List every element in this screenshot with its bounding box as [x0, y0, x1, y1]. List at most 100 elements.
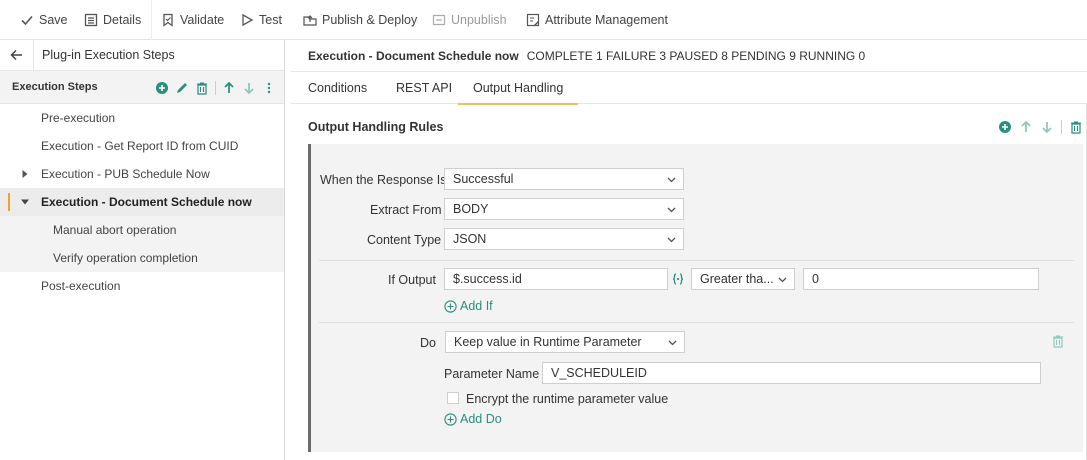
- chevron-down-icon: [667, 237, 676, 243]
- tab-label: REST API: [396, 81, 453, 95]
- more-vertical-icon[interactable]: [262, 81, 276, 95]
- output-rule-card: When the Response Is Successful Extract …: [308, 144, 1083, 452]
- input-value: V_SCHEDULEID: [551, 366, 647, 380]
- content-type-select[interactable]: JSON: [444, 228, 684, 250]
- toolbar: Save Details Validate Test Publish & Dep…: [0, 0, 1087, 40]
- tab-label: Output Handling: [473, 81, 564, 95]
- tree-item-label: Execution - Document Schedule now: [41, 195, 252, 209]
- add-step-icon[interactable]: [155, 81, 169, 95]
- chevron-down-icon: [667, 177, 676, 183]
- execution-status: COMPLETE 1 FAILURE 3 PAUSED 8 PENDING 9 …: [526, 48, 866, 63]
- publish-label: Publish & Deploy: [322, 13, 418, 27]
- add-rule-icon[interactable]: [998, 120, 1012, 134]
- parameter-name-input[interactable]: V_SCHEDULEID: [542, 362, 1041, 384]
- tab-label: Conditions: [308, 81, 368, 95]
- tree-item-manual-abort[interactable]: Manual abort operation: [0, 216, 284, 244]
- select-value: Keep value in Runtime Parameter: [454, 335, 642, 349]
- save-label: Save: [39, 13, 68, 27]
- tab-rest-api[interactable]: REST API: [396, 72, 452, 104]
- tree-item-label: Post-execution: [41, 279, 121, 293]
- left-header: Plug-in Execution Steps: [0, 40, 284, 71]
- tab-bar: Conditions REST API Output Handling: [291, 72, 1087, 105]
- do-action-select[interactable]: Keep value in Runtime Parameter: [445, 331, 685, 353]
- execution-header: Execution - Document Schedule now COMPLE…: [308, 40, 865, 71]
- rules-toolbar: [998, 120, 1083, 134]
- left-panel: Plug-in Execution Steps Execution Steps …: [0, 40, 285, 460]
- operator-select[interactable]: Greater tha...: [691, 268, 795, 290]
- output-path-input[interactable]: $.success.id: [444, 268, 668, 290]
- validate-button[interactable]: Validate: [161, 0, 224, 40]
- checkmark-icon: [21, 15, 33, 26]
- tree-item-label: Manual abort operation: [53, 223, 177, 237]
- unpublish-icon: [432, 14, 446, 26]
- compare-value-input[interactable]: 0: [803, 268, 1039, 290]
- divider: [319, 322, 1074, 323]
- tree-item-post-execution[interactable]: Post-execution: [0, 272, 284, 300]
- tree-item-get-report-id[interactable]: Execution - Get Report ID from CUID: [0, 132, 284, 160]
- unpublish-label: Unpublish: [451, 13, 507, 27]
- section-title: Output Handling Rules: [308, 120, 444, 134]
- encrypt-checkbox[interactable]: [447, 392, 459, 404]
- select-value: BODY: [453, 202, 489, 216]
- chevron-down-icon: [668, 340, 677, 346]
- execution-steps-bar: Execution Steps: [0, 71, 284, 104]
- move-up-arrow-icon[interactable]: [222, 81, 236, 95]
- when-response-label: When the Response Is: [320, 173, 447, 187]
- tree-item-label: Execution - PUB Schedule Now: [41, 167, 210, 181]
- tree-item-label: Pre-execution: [41, 111, 116, 125]
- input-value: $.success.id: [453, 272, 522, 286]
- details-button[interactable]: Details: [84, 0, 141, 40]
- tree-item-document-schedule-now[interactable]: Execution - Document Schedule now: [0, 188, 284, 216]
- attribute-icon: [526, 13, 540, 27]
- tool-separator: [1061, 120, 1062, 134]
- save-button[interactable]: Save: [20, 0, 68, 40]
- delete-trash-icon[interactable]: [195, 81, 209, 95]
- publish-deploy-button[interactable]: Publish & Deploy: [303, 0, 417, 40]
- extract-from-select[interactable]: BODY: [444, 198, 684, 220]
- chevron-down-icon: [667, 207, 676, 213]
- select-value: Successful: [453, 172, 514, 186]
- chevron-down-icon: [778, 277, 787, 283]
- panel-title: Plug-in Execution Steps: [42, 48, 175, 62]
- validate-label: Validate: [180, 13, 225, 27]
- delete-trash-icon[interactable]: [1069, 120, 1083, 134]
- add-do-label: Add Do: [460, 412, 502, 426]
- select-value: JSON: [453, 232, 487, 246]
- if-output-label: If Output: [388, 273, 436, 287]
- attribute-management-button[interactable]: Attribute Management: [526, 0, 668, 40]
- tab-conditions[interactable]: Conditions: [308, 72, 367, 104]
- collapse-caret-down-icon[interactable]: [21, 198, 29, 206]
- toolbar-separator: [151, 0, 152, 40]
- tool-separator: [215, 80, 216, 95]
- details-icon: [84, 13, 98, 27]
- tab-output-handling[interactable]: Output Handling: [458, 72, 579, 105]
- unpublish-button[interactable]: Unpublish: [432, 0, 507, 40]
- back-arrow-icon: [10, 49, 22, 61]
- tree-item-label: Execution - Get Report ID from CUID: [41, 139, 239, 153]
- move-up-arrow-icon[interactable]: [1019, 120, 1033, 134]
- content-type-label: Content Type: [367, 233, 442, 247]
- json-path-picker-icon[interactable]: [672, 273, 684, 285]
- play-icon: [242, 13, 254, 27]
- tree-item-verify-completion[interactable]: Verify operation completion: [0, 244, 284, 272]
- tree-item-pub-schedule-now[interactable]: Execution - PUB Schedule Now: [0, 160, 284, 188]
- expand-caret-right-icon[interactable]: [21, 170, 29, 178]
- select-value: Greater tha...: [700, 272, 774, 286]
- test-button[interactable]: Test: [240, 0, 282, 40]
- steps-title: Execution Steps: [12, 81, 98, 93]
- encrypt-label: Encrypt the runtime parameter value: [466, 392, 669, 406]
- input-value: 0: [812, 272, 819, 286]
- add-if-link[interactable]: Add If: [444, 299, 493, 313]
- response-status-select[interactable]: Successful: [444, 168, 684, 190]
- tree-item-pre-execution[interactable]: Pre-execution: [0, 104, 284, 132]
- add-if-label: Add If: [460, 299, 493, 313]
- tree-item-label: Verify operation completion: [53, 251, 198, 265]
- move-down-arrow-icon[interactable]: [1040, 120, 1054, 134]
- move-down-arrow-icon[interactable]: [242, 81, 256, 95]
- right-panel: Execution - Document Schedule now COMPLE…: [291, 40, 1087, 460]
- execution-name: Execution - Document Schedule now: [308, 48, 519, 63]
- back-button[interactable]: [0, 40, 34, 70]
- edit-pencil-icon[interactable]: [175, 81, 189, 95]
- delete-action-trash-icon[interactable]: [1051, 334, 1065, 348]
- add-do-link[interactable]: Add Do: [444, 412, 502, 426]
